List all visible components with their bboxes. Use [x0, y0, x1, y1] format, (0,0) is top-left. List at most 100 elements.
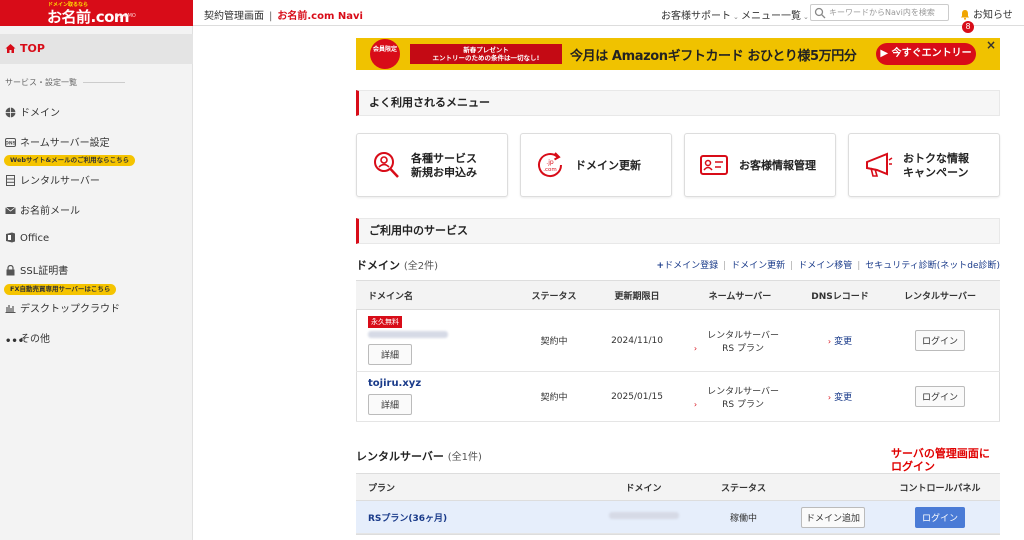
plan-link[interactable]: RSプラン(36ヶ月): [368, 514, 447, 524]
server-login-button[interactable]: ログイン: [915, 386, 965, 407]
sidebar-item-label: デスクトップクラウド: [20, 304, 120, 315]
dns-cell[interactable]: › 変更: [800, 309, 880, 372]
search-icon: [814, 7, 826, 19]
banner-main-text: 今月は Amazonギフトカード おひとり様5万円分: [570, 49, 857, 64]
banner-badge: 会員限定: [370, 39, 400, 69]
sidebar-item-other[interactable]: •••その他: [5, 330, 50, 347]
banner-red-line2: エントリーのための条件は一切なし!: [432, 54, 540, 62]
sidebar-tag-fx[interactable]: FX自動売買専用サーバーはこちら: [4, 284, 117, 295]
profile-card-icon: [700, 155, 728, 175]
domain-name[interactable]: tojiru.xyz: [368, 378, 421, 389]
domain-links: +ドメイン登録 | ドメイン更新 | ドメイン移管 | セキュリティ診断(ネットde診断): [656, 261, 1000, 271]
col-domain: ドメイン: [586, 473, 701, 501]
nameserver-link[interactable]: レンタルサーバー RS プラン: [700, 384, 786, 410]
sidebar-item-label: お名前メール: [20, 206, 80, 217]
control-panel-login-button[interactable]: ログイン: [915, 506, 965, 528]
breadcrumb-separator: |: [269, 11, 273, 22]
dns-change-link[interactable]: 変更: [834, 337, 852, 347]
server-status-cell: 稼働中: [701, 500, 786, 534]
sidebar-item-rental-server[interactable]: レンタルサーバー: [5, 172, 100, 187]
banner-close-icon[interactable]: ×: [986, 38, 996, 52]
sidebar-item-label: レンタルサーバー: [20, 176, 100, 187]
sidebar-item-label: SSL証明書: [20, 266, 69, 277]
chevron-right-icon: ›: [827, 393, 832, 402]
breadcrumb-contract[interactable]: 契約管理画面: [204, 11, 264, 22]
support-menu[interactable]: お客様サポート ⌄: [661, 7, 739, 22]
services-heading: ご利用中のサービス: [356, 218, 1000, 244]
annotation-line2: ログイン: [891, 460, 935, 473]
megaphone-icon: [866, 152, 893, 177]
card-label-line2: キャンペーン: [903, 166, 969, 179]
table-row: RSプラン(36ヶ月) 稼働中 ドメイン追加 ログイン: [356, 500, 1000, 534]
search-input[interactable]: キーワードからNavi内を検索: [810, 4, 949, 21]
mail-icon: [5, 206, 16, 214]
col-status: ステータス: [701, 473, 786, 501]
domain-count: (全2件): [403, 261, 439, 272]
link-domain-transfer[interactable]: ドメイン移管: [798, 261, 852, 271]
home-icon: [5, 44, 16, 53]
sidebar-tag-web[interactable]: Webサイト&メールのご利用ならこちら: [4, 155, 136, 166]
chevron-down-icon: ⌄: [803, 13, 809, 21]
link-domain-renew[interactable]: ドメイン更新: [731, 261, 785, 271]
card-new-application[interactable]: 各種サービス 新規お申込み: [356, 133, 508, 197]
server-domain-blurred: [608, 512, 679, 519]
menu-list[interactable]: メニュー一覧 ⌄: [741, 7, 809, 22]
breadcrumb: 契約管理画面 | お名前.com Navi: [204, 7, 363, 22]
card-label-line1: お客様情報管理: [739, 159, 816, 172]
col-status: ステータス: [514, 280, 594, 310]
card-campaign[interactable]: おトクな情報 キャンペーン: [848, 133, 1000, 197]
link-security-check[interactable]: セキュリティ診断(ネットde診断): [865, 261, 1000, 271]
card-customer-info[interactable]: お客様情報管理: [684, 133, 836, 197]
card-domain-renewal[interactable]: .jp .com ドメイン更新: [520, 133, 672, 197]
cloud-icon: [5, 305, 16, 313]
server-login-button[interactable]: ログイン: [915, 330, 965, 351]
expiry-cell: 2025/01/15: [594, 371, 680, 422]
sidebar-section-title: サービス・設定一覧: [5, 77, 125, 88]
nameserver-cell[interactable]: ›レンタルサーバー RS プラン: [680, 309, 800, 372]
dns-change-link[interactable]: 変更: [834, 393, 852, 403]
sidebar-item-nameserver[interactable]: DNS ネームサーバー設定: [5, 134, 110, 149]
support-label: お客様サポート: [661, 11, 731, 22]
logo[interactable]: ドメイン取るなら お名前.com by GMO: [0, 0, 193, 26]
frequent-menu-heading: よく利用されるメニュー: [356, 90, 1000, 116]
chevron-right-icon: ›: [693, 399, 698, 409]
detail-button[interactable]: 詳細: [368, 344, 412, 365]
sidebar-item-desktop-cloud[interactable]: デスクトップクラウド: [5, 300, 120, 315]
dns-cell[interactable]: › 変更: [800, 371, 880, 422]
sidebar-item-domain[interactable]: ドメイン: [5, 104, 60, 119]
server-table-header: プラン ドメイン ステータス コントロールパネル: [356, 473, 1000, 501]
chevron-right-icon: ›: [693, 343, 698, 353]
notice-count-badge: 8: [962, 21, 974, 33]
nameserver-link[interactable]: レンタルサーバー RS プラン: [700, 328, 786, 354]
svg-text:DNS: DNS: [5, 141, 16, 147]
notice-button[interactable]: お知らせ8: [960, 6, 1024, 33]
dns-icon: DNS: [5, 138, 16, 147]
domain-heading: ドメイン (全2件): [356, 257, 438, 273]
server-table: プラン ドメイン ステータス コントロールパネル RSプラン(36ヶ月) 稼働中…: [356, 473, 1000, 534]
campaign-banner[interactable]: 会員限定 新春プレゼント エントリーのための条件は一切なし! 今月は Amazo…: [356, 38, 1000, 70]
sidebar-item-mail[interactable]: お名前メール: [5, 202, 80, 217]
breadcrumb-navi[interactable]: お名前.com Navi: [277, 11, 363, 22]
rental-server-heading: レンタルサーバー (全1件): [356, 448, 482, 464]
sidebar-item-office[interactable]: Office: [5, 232, 49, 244]
rental-server-title: レンタルサーバー: [356, 450, 444, 463]
sidebar-item-ssl[interactable]: SSL証明書: [5, 262, 68, 277]
annotation-line1: サーバの管理画面に: [891, 447, 990, 460]
col-nameserver: ネームサーバー: [680, 280, 800, 310]
sidebar-item-top-label: TOP: [20, 42, 45, 55]
detail-button[interactable]: 詳細: [368, 394, 412, 415]
svg-text:.com: .com: [543, 167, 557, 173]
domain-table: ドメイン名 ステータス 更新期限日 ネームサーバー DNSレコード レンタルサー…: [356, 280, 1000, 422]
sidebar-item-top[interactable]: TOP: [0, 34, 193, 64]
nameserver-cell[interactable]: ›レンタルサーバー RS プラン: [680, 371, 800, 422]
add-domain-button[interactable]: ドメイン追加: [801, 506, 865, 528]
col-empty: [786, 473, 880, 501]
svg-text:.jp: .jp: [546, 159, 554, 166]
col-expiry: 更新期限日: [594, 280, 680, 310]
banner-entry-button[interactable]: ▶ 今すぐエントリー: [876, 43, 976, 65]
link-domain-register[interactable]: ドメイン登録: [664, 261, 718, 271]
table-row: 永久無料 詳細 契約中 2024/11/10 ›レンタルサーバー RS プラン …: [356, 309, 1000, 372]
status-cell: 契約中: [514, 309, 594, 372]
card-label-line1: ドメイン更新: [575, 159, 641, 172]
banner-red-box: 新春プレゼント エントリーのための条件は一切なし!: [410, 44, 562, 64]
